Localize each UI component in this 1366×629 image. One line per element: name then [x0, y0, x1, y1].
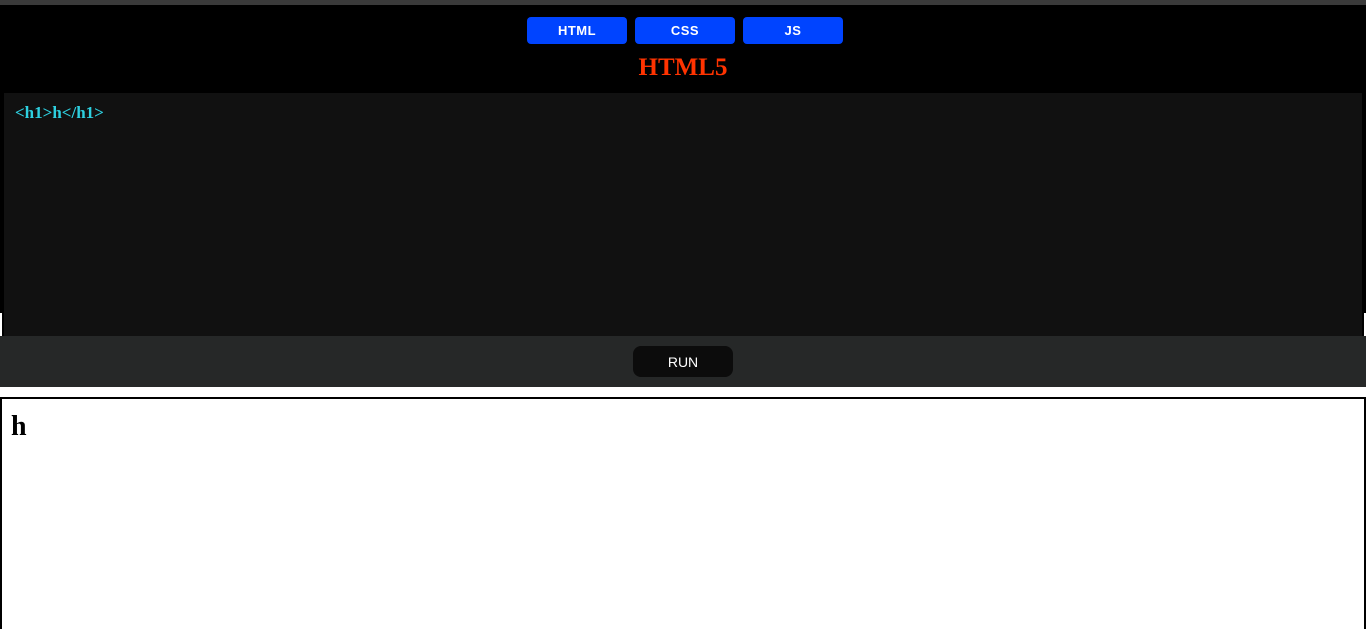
run-button[interactable]: RUN: [633, 346, 733, 377]
tab-css[interactable]: CSS: [635, 17, 735, 44]
output-heading: h: [11, 411, 27, 442]
run-bar: RUN: [0, 336, 1366, 387]
tab-html[interactable]: HTML: [527, 17, 627, 44]
resize-edge-left: [0, 313, 2, 336]
language-tabs: HTML CSS JS: [527, 17, 843, 44]
code-playground: HTML CSS JS HTML5 <h1>h</h1> RUN h: [0, 0, 1366, 629]
tab-js[interactable]: JS: [743, 17, 843, 44]
code-textarea[interactable]: <h1>h</h1>: [4, 93, 1362, 336]
editor-panel: HTML CSS JS HTML5 <h1>h</h1>: [0, 5, 1366, 336]
language-title: HTML5: [638, 54, 728, 81]
output-preview[interactable]: h: [0, 397, 1366, 629]
